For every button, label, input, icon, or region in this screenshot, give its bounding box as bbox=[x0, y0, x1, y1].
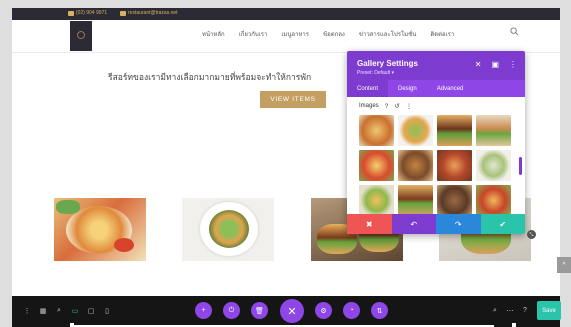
expand-icon[interactable]: ▣ bbox=[491, 60, 499, 69]
builder-right-tools: ⌕ ⋯ ? bbox=[490, 305, 530, 316]
phone-view-icon[interactable]: ▯ bbox=[102, 305, 112, 316]
top-info-bar: (02) 904 9971 restaurant@trazas.net bbox=[12, 8, 560, 20]
menu-icon[interactable]: ⋮ bbox=[22, 305, 32, 316]
zoom-icon[interactable]: ⌕ bbox=[54, 305, 64, 316]
images-label: Images bbox=[359, 103, 379, 109]
gallery-thumb[interactable] bbox=[476, 115, 511, 146]
more-icon[interactable]: ⋯ bbox=[505, 305, 515, 316]
tablet-view-icon[interactable]: ▢ bbox=[86, 305, 96, 316]
modal-tabs: Content Design Advanced bbox=[347, 80, 525, 97]
view-items-button[interactable]: VIEW ITEMS bbox=[260, 91, 326, 108]
builder-left-tools: ⋮ ▦ ⌕ ▭ ▢ ▯ bbox=[22, 305, 112, 316]
nav-item-contact[interactable]: ติดต่อเรา bbox=[430, 29, 454, 39]
reset-icon[interactable]: ↺ bbox=[394, 102, 399, 110]
search-icon[interactable] bbox=[510, 27, 519, 36]
history-icon[interactable]: ◔ bbox=[343, 302, 360, 319]
builder-toolbar: ⋮ ▦ ⌕ ▭ ▢ ▯ + ⏻ 🗑 ✕ ⚙ ◔ ⇅ ⌕ ⋯ ? Save bbox=[12, 296, 561, 327]
tab-content[interactable]: Content bbox=[347, 80, 389, 97]
close-icon[interactable]: ✕ bbox=[475, 60, 482, 69]
nav-item-menu[interactable]: เมนูอาหาร bbox=[281, 29, 309, 39]
redo-button[interactable]: ↷ bbox=[436, 214, 481, 234]
page-viewport: (02) 904 9971 restaurant@trazas.net หน้า… bbox=[12, 8, 560, 296]
close-builder-icon[interactable]: ✕ bbox=[280, 299, 304, 323]
gallery-thumb[interactable] bbox=[359, 115, 394, 146]
save-changes-button[interactable]: ✔ bbox=[480, 214, 525, 234]
mail-icon bbox=[120, 10, 126, 16]
gallery-thumb[interactable] bbox=[437, 115, 472, 146]
modal-body: Images ? ↺ ⋮ bbox=[347, 97, 525, 216]
gallery-thumb[interactable] bbox=[359, 185, 394, 216]
add-icon[interactable]: + bbox=[195, 302, 212, 319]
section-heading: รีสอร์ทของเรามีทางเลือกมากมายที่พร้อมจะท… bbox=[108, 73, 312, 83]
nav-item-about[interactable]: เกี่ยวกับเรา bbox=[239, 29, 268, 39]
search-icon[interactable]: ⌕ bbox=[490, 305, 500, 316]
resize-handle-icon[interactable]: ⤡ bbox=[527, 230, 536, 239]
more-options-icon[interactable]: ⋮ bbox=[509, 60, 517, 69]
main-nav: หน้าหลัก เกี่ยวกับเรา เมนูอาหาร ข้อตกลง … bbox=[202, 29, 454, 39]
trash-icon[interactable]: 🗑 bbox=[251, 302, 268, 319]
gallery-thumb[interactable] bbox=[398, 185, 433, 216]
scroll-to-top-button[interactable]: ^ bbox=[557, 257, 571, 273]
modal-header[interactable]: Gallery Settings Preset: Default ▾ ✕ ▣ ⋮ bbox=[347, 51, 525, 80]
gallery-thumb[interactable] bbox=[398, 150, 433, 181]
modal-scrollbar[interactable] bbox=[519, 157, 522, 175]
wireframe-icon[interactable]: ▦ bbox=[38, 305, 48, 316]
discard-button[interactable]: ✖ bbox=[347, 214, 392, 234]
gallery-settings-modal: Gallery Settings Preset: Default ▾ ✕ ▣ ⋮… bbox=[347, 51, 525, 234]
guide-line bbox=[512, 323, 516, 327]
gallery-thumb[interactable] bbox=[437, 150, 472, 181]
nav-item-terms[interactable]: ข้อตกลง bbox=[323, 29, 345, 39]
tab-advanced[interactable]: Advanced bbox=[427, 80, 474, 97]
modal-footer: ✖ ↶ ↷ ✔ bbox=[347, 214, 525, 234]
gallery-thumb[interactable] bbox=[437, 185, 472, 216]
nav-item-news[interactable]: ข่าวสารและโปรโมชั่น bbox=[359, 29, 416, 39]
preset-dropdown[interactable]: Preset: Default ▾ bbox=[357, 70, 394, 76]
desktop-view-icon[interactable]: ▭ bbox=[70, 305, 80, 316]
gallery-thumb[interactable] bbox=[476, 150, 511, 181]
power-icon[interactable]: ⏻ bbox=[223, 302, 240, 319]
gallery-thumb[interactable] bbox=[476, 185, 511, 216]
tab-design[interactable]: Design bbox=[388, 80, 427, 97]
food-image-1 bbox=[54, 198, 146, 261]
undo-button[interactable]: ↶ bbox=[391, 214, 436, 234]
email-text[interactable]: restaurant@trazas.net bbox=[128, 10, 178, 16]
logo-mark-icon bbox=[77, 31, 85, 39]
site-logo[interactable] bbox=[70, 21, 92, 51]
help-icon[interactable]: ? bbox=[520, 305, 530, 316]
email-info[interactable]: restaurant@trazas.net bbox=[120, 10, 178, 16]
portability-icon[interactable]: ⇅ bbox=[371, 302, 388, 319]
nav-item-home[interactable]: หน้าหลัก bbox=[202, 29, 225, 39]
modal-title: Gallery Settings bbox=[357, 59, 418, 68]
phone-icon bbox=[68, 10, 74, 16]
help-icon[interactable]: ? bbox=[385, 103, 389, 110]
image-options-icon[interactable]: ⋮ bbox=[406, 102, 413, 110]
phone-text: (02) 904 9971 bbox=[76, 10, 108, 16]
food-image-2 bbox=[182, 198, 274, 261]
phone-info: (02) 904 9971 bbox=[68, 10, 107, 16]
save-button[interactable]: Save bbox=[537, 301, 561, 320]
settings-icon[interactable]: ⚙ bbox=[315, 302, 332, 319]
gallery-thumb[interactable] bbox=[359, 150, 394, 181]
gallery-thumb[interactable] bbox=[398, 115, 433, 146]
image-grid bbox=[359, 115, 511, 216]
